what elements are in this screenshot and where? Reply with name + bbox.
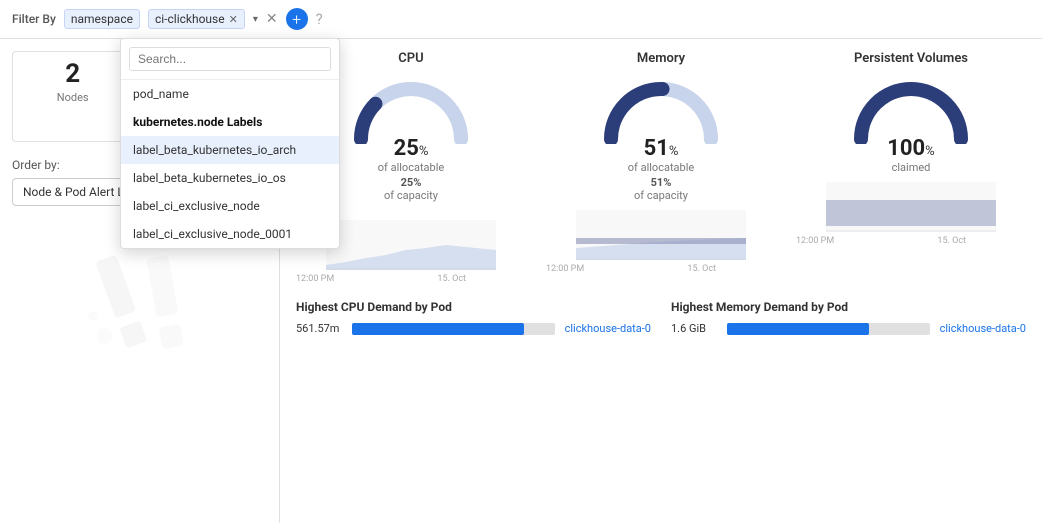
memory-time-left: 12:00 PM	[546, 264, 584, 274]
right-content: CPU 25% of allocatable 25%	[280, 39, 1042, 523]
namespace-tag-text: namespace	[71, 12, 133, 26]
cpu-gauge-svg	[351, 74, 471, 144]
filter-clear-icon[interactable]: ✕	[266, 11, 278, 27]
cpu-demand-value: 561.57m	[296, 322, 346, 335]
namespace-filter-tag[interactable]: namespace	[64, 9, 140, 29]
clickhouse-tag-text: ci-clickhouse	[155, 12, 225, 26]
memory-gauge: 51% of allocatable 51% of capacity	[546, 74, 776, 202]
pv-chart-svg	[826, 182, 996, 232]
memory-demand-panel: Highest Memory Demand by Pod 1.6 GiB cli…	[671, 300, 1026, 339]
memory-timeseries: 12:00 PM 15. Oct	[546, 210, 776, 274]
memory-allocatable-label: of allocatable	[628, 161, 694, 174]
memory-capacity-label: of capacity	[634, 189, 688, 202]
cpu-demand-bar-row: 561.57m clickhouse-data-0	[296, 322, 651, 335]
pv-timeseries: 12:00 PM 15. Oct	[796, 182, 1026, 246]
dropdown-search-area	[121, 39, 339, 80]
pv-time-right: 15. Oct	[937, 236, 966, 246]
cpu-demand-panel: Highest CPU Demand by Pod 561.57m clickh…	[296, 300, 651, 339]
nodes-label: Nodes	[23, 91, 122, 104]
nodes-count: 2	[23, 60, 122, 89]
memory-panel: Memory 51% of allocatable 51% o	[546, 51, 776, 284]
dropdown-item-arch[interactable]: label_beta_kubernetes_io_arch	[121, 136, 339, 164]
memory-capacity-value: 51%	[651, 176, 672, 189]
memory-chart-svg	[576, 210, 746, 260]
dropdown-item-pod-name[interactable]: pod_name	[121, 80, 339, 108]
cpu-demand-pod-label[interactable]: clickhouse-data-0	[565, 322, 651, 335]
cpu-demand-title: Highest CPU Demand by Pod	[296, 300, 651, 314]
warning-area	[12, 236, 267, 356]
cpu-allocatable-value: 25%	[394, 136, 429, 161]
pv-panel: Persistent Volumes 100% claimed	[796, 51, 1026, 284]
cpu-time-axis: 12:00 PM 15. Oct	[296, 274, 466, 284]
pv-title: Persistent Volumes	[796, 51, 1026, 66]
cpu-capacity-value: 25%	[401, 176, 422, 189]
pv-gauge: 100% claimed	[796, 74, 1026, 174]
memory-title: Memory	[546, 51, 776, 66]
memory-demand-bar-row: 1.6 GiB clickhouse-data-0	[671, 322, 1026, 335]
nodes-stat-box: 2 Nodes	[12, 51, 133, 142]
filter-chevron-icon[interactable]: ▾	[253, 14, 258, 25]
dropdown-item-k8s-labels[interactable]: kubernetes.node Labels	[121, 108, 339, 136]
pv-claimed-label: claimed	[892, 161, 931, 174]
dropdown-item-exclusive-node[interactable]: label_ci_exclusive_node	[121, 192, 339, 220]
dropdown-item-exclusive-node-0001[interactable]: label_ci_exclusive_node_0001	[121, 220, 339, 248]
cpu-allocatable-label: of allocatable	[378, 161, 444, 174]
memory-gauge-svg	[601, 74, 721, 144]
dropdown-search-input[interactable]	[129, 47, 331, 71]
memory-demand-bar-bg	[727, 323, 930, 335]
pv-gauge-svg	[851, 74, 971, 144]
cpu-demand-bar-bg	[352, 323, 555, 335]
pv-time-left: 12:00 PM	[796, 236, 834, 246]
filter-dropdown: pod_name kubernetes.node Labels label_be…	[120, 38, 340, 249]
pv-time-axis: 12:00 PM 15. Oct	[796, 236, 966, 246]
memory-allocatable-value: 51%	[644, 136, 679, 161]
help-icon[interactable]: ?	[316, 10, 323, 28]
metrics-row: CPU 25% of allocatable 25%	[296, 51, 1026, 284]
memory-demand-pod-label[interactable]: clickhouse-data-0	[940, 322, 1026, 335]
memory-demand-title: Highest Memory Demand by Pod	[671, 300, 1026, 314]
memory-demand-value: 1.6 GiB	[671, 322, 721, 335]
add-filter-button[interactable]: +	[286, 8, 308, 30]
memory-time-axis: 12:00 PM 15. Oct	[546, 264, 716, 274]
dropdown-item-os[interactable]: label_beta_kubernetes_io_os	[121, 164, 339, 192]
filter-by-label: Filter By	[12, 12, 56, 26]
clickhouse-filter-tag[interactable]: ci-clickhouse ✕	[148, 9, 245, 29]
clickhouse-tag-remove[interactable]: ✕	[229, 13, 238, 26]
memory-demand-bar-fill	[727, 323, 869, 335]
cpu-demand-bar-fill	[352, 323, 524, 335]
cpu-capacity-label: of capacity	[384, 189, 438, 202]
pv-claimed-value: 100%	[887, 136, 934, 161]
cpu-chart-svg	[326, 220, 496, 270]
demand-row: Highest CPU Demand by Pod 561.57m clickh…	[296, 300, 1026, 339]
cpu-time-left: 12:00 PM	[296, 274, 334, 284]
warning-illustration	[80, 246, 210, 356]
cpu-time-right: 15. Oct	[437, 274, 466, 284]
memory-time-right: 15. Oct	[687, 264, 716, 274]
filter-bar: Filter By namespace ci-clickhouse ✕ ▾ ✕ …	[0, 0, 1042, 39]
